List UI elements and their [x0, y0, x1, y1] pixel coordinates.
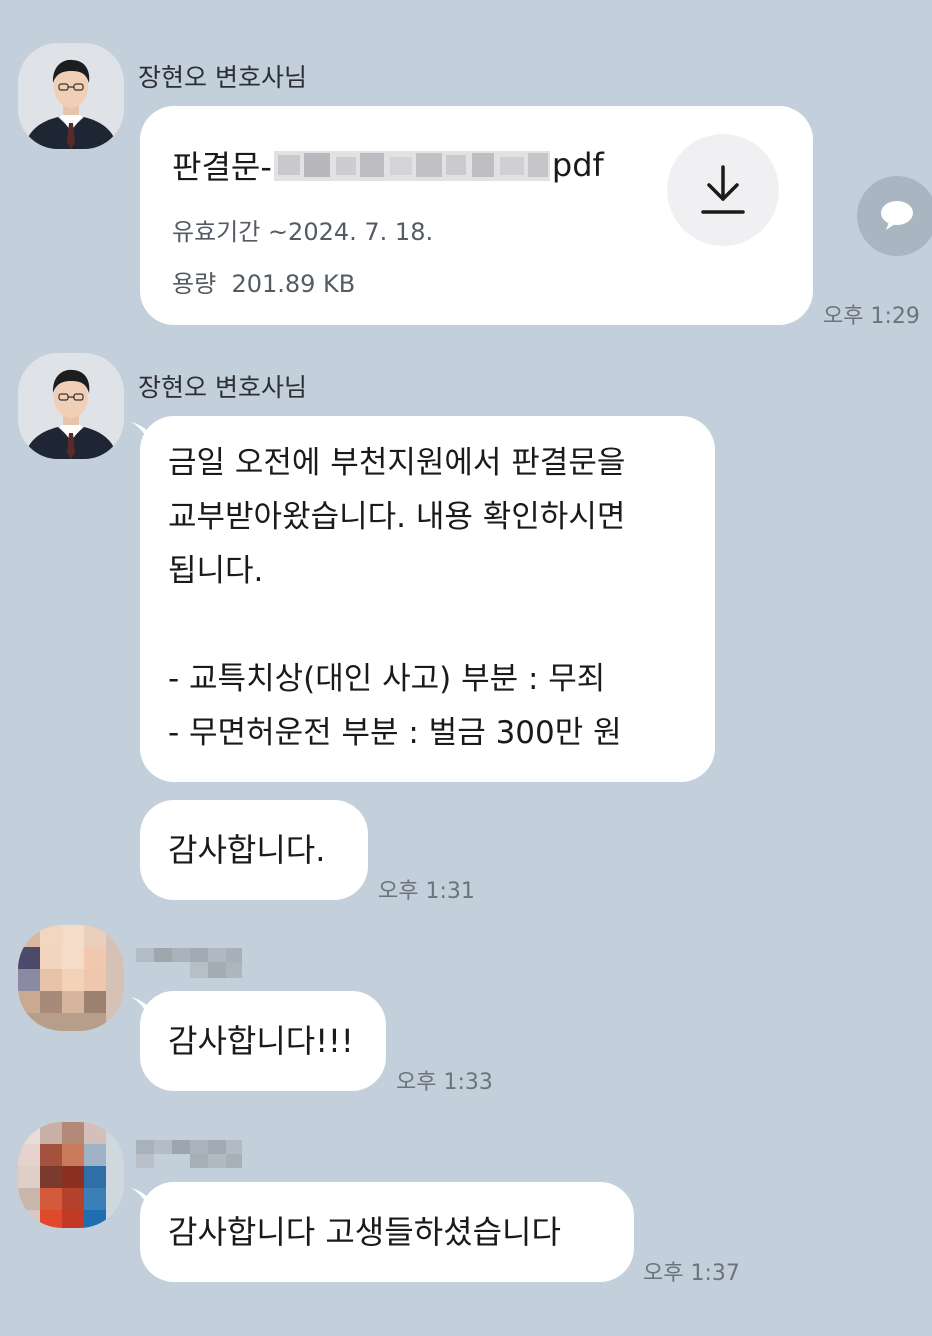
message-text: 금일 오전에 부천지원에서 판결문을 교부받아왔습니다. 내용 확인하시면 됩니…	[168, 445, 626, 751]
bubble-tail	[131, 422, 151, 444]
file-name: 판결문- pdf	[172, 142, 604, 188]
file-name-suffix: pdf	[551, 146, 604, 184]
sender-name: 장현오 변호사님	[138, 373, 307, 402]
thanks-message-bubble[interactable]: 감사합니다 고생들하셨습니다	[131, 1182, 634, 1282]
message-time: 오후 1:29	[823, 304, 920, 329]
file-expiry: 유효기간 ~2024. 7. 18.	[172, 218, 434, 246]
thanks-message-bubble[interactable]: 감사합니다.	[140, 800, 368, 900]
message-time: 오후 1:33	[396, 1070, 493, 1095]
file-size: 용량 201.89 KB	[172, 264, 355, 299]
sender-name: 장현오 변호사님	[138, 63, 307, 92]
message-text: 감사합니다 고생들하셨습니다	[168, 1213, 561, 1251]
bubble-tail	[131, 997, 151, 1019]
file-name-prefix: 판결문-	[172, 148, 272, 186]
lawyer-avatar[interactable]	[18, 353, 124, 459]
message-time: 오후 1:31	[378, 879, 475, 904]
sender-name-blurred	[136, 1136, 244, 1172]
user-avatar-blurred[interactable]	[18, 1122, 124, 1228]
download-button[interactable]	[667, 134, 779, 246]
bubble-tail	[131, 1188, 151, 1210]
sender-name-blurred	[136, 944, 244, 980]
file-size-value: 201.89 KB	[231, 270, 356, 298]
lawyer-avatar[interactable]	[18, 43, 124, 149]
chat-screen: 장현오 변호사님 판결문- pdf 유효기간 ~2024. 7. 18. 용량 …	[0, 0, 932, 1336]
file-message-bubble[interactable]: 판결문- pdf 유효기간 ~2024. 7. 18. 용량 201.89 KB	[140, 106, 813, 325]
user-avatar-blurred[interactable]	[18, 925, 124, 1031]
file-name-redacted	[273, 145, 550, 185]
file-size-label: 용량	[172, 270, 217, 298]
download-icon	[701, 165, 745, 214]
thanks-message-bubble[interactable]: 감사합니다!!!	[131, 991, 386, 1091]
verdict-message-bubble[interactable]: 금일 오전에 부천지원에서 판결문을 교부받아왔습니다. 내용 확인하시면 됩니…	[131, 416, 715, 782]
message-time: 오후 1:37	[643, 1261, 740, 1286]
message-text: 감사합니다!!!	[168, 1022, 354, 1060]
share-button[interactable]	[857, 176, 932, 256]
message-text: 감사합니다.	[168, 831, 326, 869]
speech-bubble-icon	[881, 201, 913, 230]
